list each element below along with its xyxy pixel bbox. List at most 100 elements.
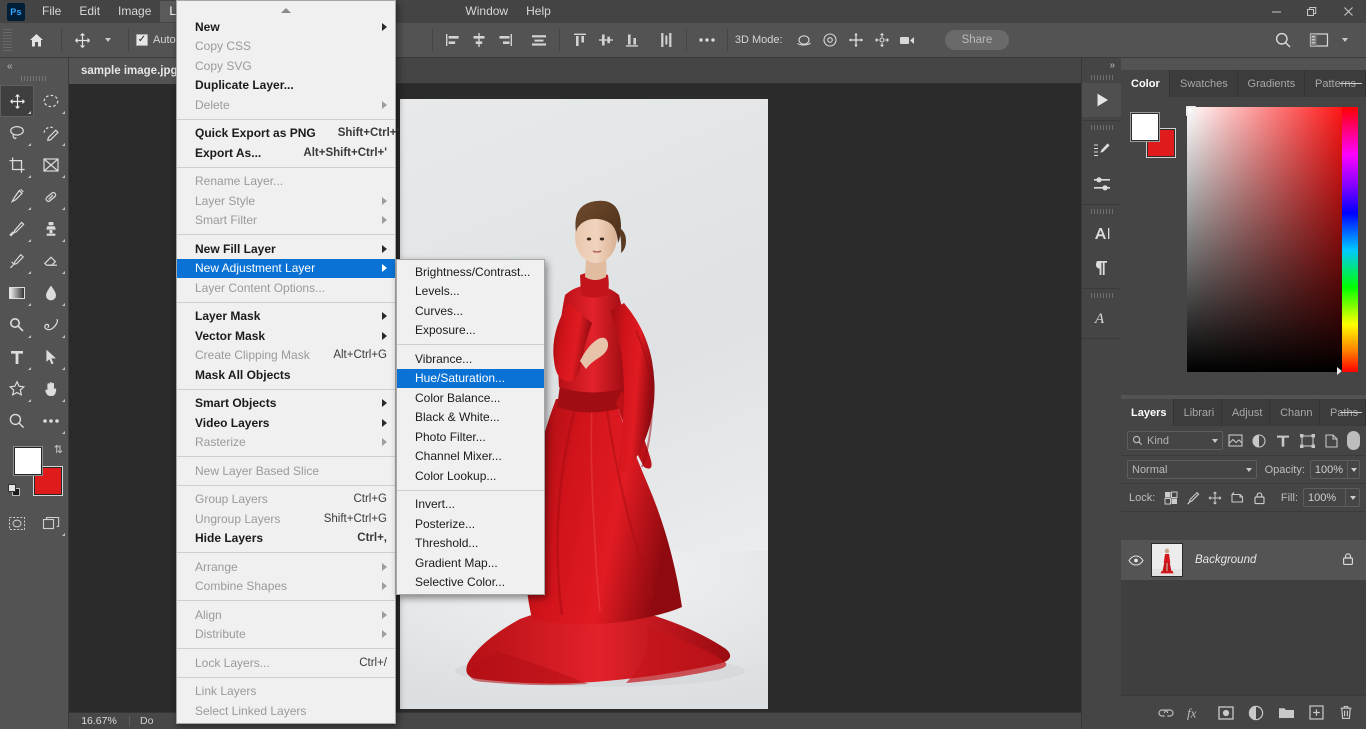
group-grip[interactable] <box>1090 293 1113 298</box>
smart-object-filter-icon[interactable] <box>1319 430 1343 452</box>
panel-menu-icon[interactable] <box>1340 399 1362 426</box>
lock-all-icon[interactable] <box>1248 487 1270 509</box>
screen-mode-icon[interactable] <box>34 507 68 539</box>
group-grip[interactable] <box>1090 75 1113 80</box>
fill-stepper[interactable] <box>1345 488 1360 507</box>
adjustment-item-hue-saturation[interactable]: Hue/Saturation... <box>397 368 544 388</box>
adjustment-item-curves[interactable]: Curves... <box>397 301 544 321</box>
quick-selection-tool[interactable] <box>34 117 68 149</box>
layer-menu-dropdown[interactable]: New Copy CSS Copy SVG Duplicate Layer... Del… <box>176 0 399 724</box>
tab-adjustments[interactable]: Adjust <box>1222 399 1271 426</box>
tab-libraries[interactable]: Librari <box>1174 399 1222 426</box>
layer-menu-item-export-as[interactable]: Export As... Alt+Shift+Ctrl+' <box>177 143 395 163</box>
foreground-color-swatch[interactable] <box>1131 113 1159 141</box>
clone-stamp-tool[interactable] <box>34 213 68 245</box>
tab-channels[interactable]: Chann <box>1270 399 1320 426</box>
lock-position-icon[interactable] <box>1204 487 1226 509</box>
tab-color[interactable]: Color <box>1121 70 1171 97</box>
table-row[interactable]: Background <box>1121 540 1366 580</box>
adjustment-item-invert[interactable]: Invert... <box>397 495 544 515</box>
character-panel-icon[interactable] <box>1082 217 1122 251</box>
layer-menu-item-smart-objects[interactable]: Smart Objects <box>177 394 395 414</box>
tab-swatches[interactable]: Swatches <box>1170 70 1238 97</box>
layer-menu-item-duplicate-layer[interactable]: Duplicate Layer... <box>177 76 395 96</box>
opacity-value[interactable]: 100% <box>1309 460 1348 479</box>
default-colors-icon[interactable] <box>8 484 21 497</box>
pixel-filter-icon[interactable] <box>1223 430 1247 452</box>
adjustments-icon[interactable] <box>1082 167 1122 201</box>
distribute-horizontally-icon[interactable] <box>526 27 552 53</box>
close-button[interactable] <box>1330 0 1366 23</box>
layer-menu-item-mask-all-objects[interactable]: Mask All Objects <box>177 365 395 385</box>
layer-menu-item-quick-export-as-png[interactable]: Quick Export as PNG Shift+Ctrl+' <box>177 124 399 144</box>
restore-button[interactable] <box>1294 0 1330 23</box>
align-top-edges-icon[interactable] <box>567 27 593 53</box>
gradient-tool[interactable] <box>0 277 34 309</box>
adjustment-item-photo-filter[interactable]: Photo Filter... <box>397 427 544 447</box>
menu-image[interactable]: Image <box>109 1 160 22</box>
type-filter-icon[interactable] <box>1271 430 1295 452</box>
brush-settings-icon[interactable] <box>1082 133 1122 167</box>
align-right-edges-icon[interactable] <box>492 27 518 53</box>
shape-filter-icon[interactable] <box>1295 430 1319 452</box>
align-left-edges-icon[interactable] <box>440 27 466 53</box>
layer-menu-item-new-fill-layer[interactable]: New Fill Layer <box>177 239 395 259</box>
tools-panel-grip[interactable] <box>21 76 47 81</box>
adjustment-item-brightness-contrast[interactable]: Brightness/Contrast... <box>397 262 544 282</box>
tab-gradients[interactable]: Gradients <box>1238 70 1306 97</box>
glyphs-panel-icon[interactable]: A <box>1082 301 1122 335</box>
adjustment-item-exposure[interactable]: Exposure... <box>397 321 544 341</box>
layer-thumbnail[interactable] <box>1151 543 1183 577</box>
workspace-icon[interactable] <box>1306 27 1332 53</box>
adjustment-item-color-lookup[interactable]: Color Lookup... <box>397 466 544 486</box>
healing-brush-tool[interactable] <box>34 181 68 213</box>
pan-3d-icon[interactable] <box>843 27 869 53</box>
move-tool-icon[interactable] <box>69 27 95 53</box>
hand-tool[interactable] <box>34 373 68 405</box>
add-layer-mask-icon[interactable] <box>1212 699 1240 727</box>
camera-3d-icon[interactable] <box>895 27 921 53</box>
layer-lock-icon[interactable] <box>1342 552 1354 569</box>
menu-window[interactable]: Window <box>456 1 517 22</box>
workspace-chevron-icon[interactable] <box>1332 27 1358 53</box>
search-icon[interactable] <box>1270 27 1296 53</box>
pen-tool[interactable] <box>34 309 68 341</box>
roll-3d-icon[interactable] <box>817 27 843 53</box>
opacity-stepper[interactable] <box>1347 460 1360 479</box>
move-tool[interactable] <box>0 85 34 117</box>
tab-layers[interactable]: Layers <box>1121 399 1174 426</box>
orbit-3d-icon[interactable] <box>791 27 817 53</box>
blur-tool[interactable] <box>34 277 68 309</box>
minimize-button[interactable] <box>1258 0 1294 23</box>
layer-menu-item-hide-layers[interactable]: Hide Layers Ctrl+, <box>177 529 395 549</box>
adjustment-item-color-balance[interactable]: Color Balance... <box>397 388 544 408</box>
adjustment-item-vibrance[interactable]: Vibrance... <box>397 349 544 369</box>
menu-scroll-up-icon[interactable] <box>177 3 395 17</box>
adjustment-item-black-white[interactable]: Black & White... <box>397 408 544 428</box>
slide-3d-icon[interactable] <box>869 27 895 53</box>
options-bar-grip[interactable] <box>3 29 12 51</box>
quick-mask-icon[interactable] <box>0 507 34 539</box>
new-adjustment-layer-icon[interactable] <box>1242 699 1270 727</box>
delete-layer-icon[interactable] <box>1332 699 1360 727</box>
menu-edit[interactable]: Edit <box>70 1 109 22</box>
filter-toggle-switch[interactable] <box>1347 431 1360 450</box>
layer-menu-item-video-layers[interactable]: Video Layers <box>177 413 395 433</box>
group-grip[interactable] <box>1090 125 1113 130</box>
lock-artboard-nesting-icon[interactable] <box>1226 487 1248 509</box>
layer-menu-item-layer-mask[interactable]: Layer Mask <box>177 307 395 327</box>
type-tool[interactable] <box>0 341 34 373</box>
new-group-icon[interactable] <box>1272 699 1300 727</box>
collapse-panels-icon[interactable]: » <box>1082 58 1121 71</box>
collapse-tools-icon[interactable]: « <box>0 58 68 72</box>
lock-image-pixels-icon[interactable] <box>1182 487 1204 509</box>
align-bottom-edges-icon[interactable] <box>619 27 645 53</box>
share-button[interactable]: Share <box>944 30 1010 50</box>
new-layer-icon[interactable] <box>1302 699 1330 727</box>
path-selection-tool[interactable] <box>34 341 68 373</box>
layer-menu-item-vector-mask[interactable]: Vector Mask <box>177 326 395 346</box>
menu-help[interactable]: Help <box>517 1 560 22</box>
dodge-tool[interactable] <box>0 309 34 341</box>
adjustment-filter-icon[interactable] <box>1247 430 1271 452</box>
adjustment-item-selective-color[interactable]: Selective Color... <box>397 573 544 593</box>
